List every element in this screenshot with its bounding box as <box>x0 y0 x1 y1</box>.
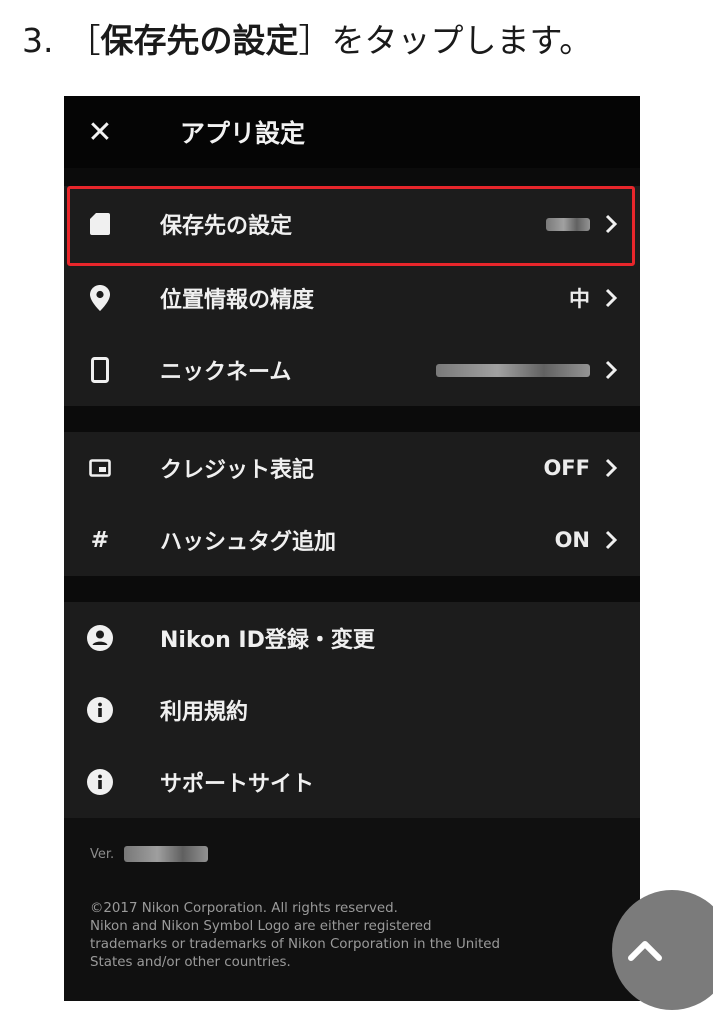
setting-nickname[interactable]: ニックネーム <box>64 334 640 406</box>
setting-nickname-value <box>436 358 590 382</box>
info-icon <box>64 769 136 795</box>
chevron-right-icon <box>604 530 640 550</box>
chevron-right-icon <box>604 360 640 380</box>
setting-credit[interactable]: クレジット表記 OFF <box>64 432 640 504</box>
setting-storage[interactable]: 保存先の設定 <box>64 186 640 262</box>
instruction-target: 保存先の設定 <box>100 21 299 60</box>
setting-support[interactable]: サポートサイト <box>64 746 640 818</box>
divider <box>64 168 640 186</box>
hash-symbol: # <box>90 527 110 553</box>
close-bracket: ］ <box>298 21 332 60</box>
setting-support-label: サポートサイト <box>160 772 315 797</box>
copyright-line: trademarks or trademarks of Nikon Corpor… <box>90 937 501 952</box>
step-number: 3. <box>22 21 54 60</box>
setting-credit-label: クレジット表記 <box>160 458 315 483</box>
image-frame-icon <box>64 459 136 477</box>
setting-nikon-id-label: Nikon ID登録・変更 <box>160 628 375 653</box>
settings-group-2: クレジット表記 OFF # ハッシュタグ追加 ON <box>64 432 640 576</box>
setting-storage-label: 保存先の設定 <box>160 214 293 239</box>
settings-group-3: Nikon ID登録・変更 利用規約 サポートサイト <box>64 602 640 818</box>
divider <box>64 406 640 432</box>
location-pin-icon <box>64 285 136 311</box>
setting-nikon-id[interactable]: Nikon ID登録・変更 <box>64 602 640 674</box>
setting-storage-value <box>546 212 590 236</box>
sd-card-icon <box>64 213 136 235</box>
app-settings-screen: ✕ アプリ設定 保存先の設定 位置情報の精度 中 ニックネーム クレジット表記 … <box>64 96 640 1001</box>
setting-location-label: 位置情報の精度 <box>160 288 315 313</box>
open-bracket: ［ <box>67 21 101 60</box>
copyright-text: ©2017 Nikon Corporation. All rights rese… <box>90 900 620 972</box>
instruction-text: 3. ［保存先の設定］をタップします。 <box>22 14 592 62</box>
setting-terms[interactable]: 利用規約 <box>64 674 640 746</box>
instruction-rest: をタップします。 <box>331 21 593 60</box>
setting-hashtag-label: ハッシュタグ追加 <box>160 530 337 555</box>
page-title: アプリ設定 <box>180 119 306 148</box>
version-label: Ver. <box>90 846 115 862</box>
version-text: Ver. <box>90 846 640 862</box>
setting-location-value: 中 <box>569 287 590 311</box>
account-circle-icon <box>64 625 136 651</box>
chevron-up-icon <box>628 941 662 961</box>
setting-hashtag-value: ON <box>554 528 590 552</box>
setting-hashtag[interactable]: # ハッシュタグ追加 ON <box>64 504 640 576</box>
info-icon <box>64 697 136 723</box>
app-bar: ✕ アプリ設定 <box>64 96 640 168</box>
settings-group-1: 保存先の設定 位置情報の精度 中 ニックネーム <box>64 186 640 406</box>
setting-location[interactable]: 位置情報の精度 中 <box>64 262 640 334</box>
chevron-right-icon <box>604 288 640 308</box>
copyright-line: ©2017 Nikon Corporation. All rights rese… <box>90 901 398 916</box>
copyright-line: Nikon and Nikon Symbol Logo are either r… <box>90 919 432 934</box>
version-number-blurred <box>124 846 209 862</box>
chevron-right-icon <box>604 214 640 234</box>
setting-nickname-label: ニックネーム <box>160 360 292 385</box>
divider <box>64 576 640 602</box>
smartphone-icon <box>64 357 136 383</box>
setting-terms-label: 利用規約 <box>160 700 249 725</box>
setting-credit-value: OFF <box>543 456 590 480</box>
app-footer: Ver. ©2017 Nikon Corporation. All rights… <box>64 818 640 1001</box>
chevron-right-icon <box>604 458 640 478</box>
hash-icon: # <box>64 528 136 553</box>
copyright-line: States and/or other countries. <box>90 955 291 970</box>
close-icon[interactable]: ✕ <box>64 115 136 150</box>
